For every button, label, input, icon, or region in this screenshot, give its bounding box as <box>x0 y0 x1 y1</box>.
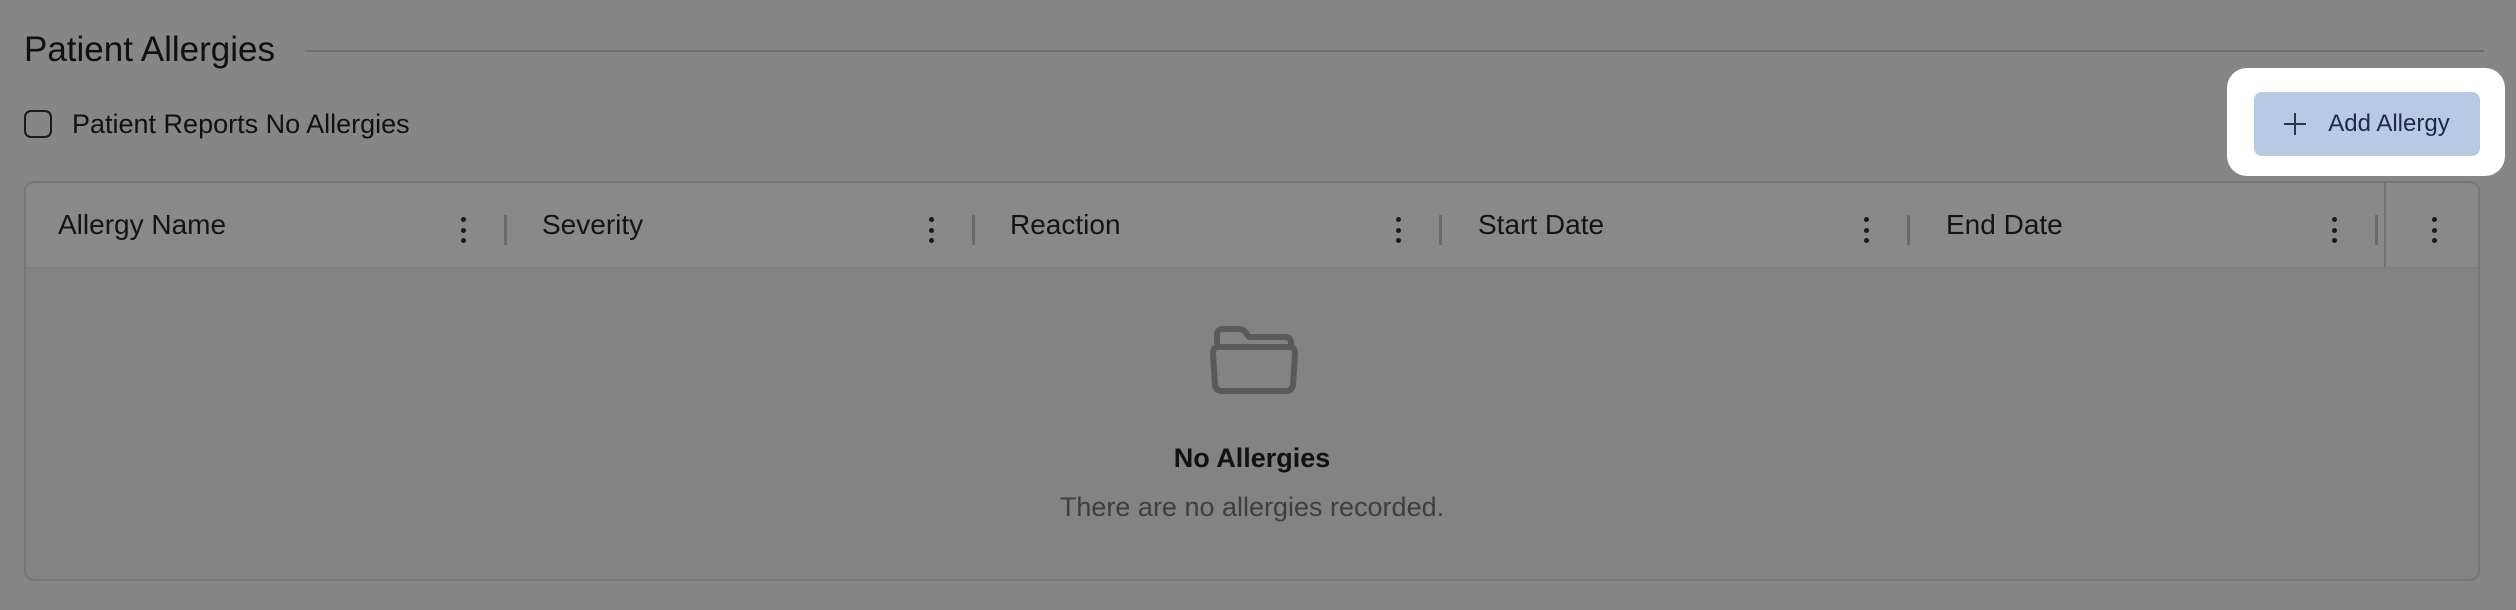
column-header-allergy-name[interactable]: Allergy Name <box>58 183 226 267</box>
add-allergy-button[interactable]: Add Allergy <box>2254 92 2480 156</box>
column-menu-icon[interactable] <box>928 217 934 243</box>
column-header-reaction[interactable]: Reaction <box>1010 183 1121 267</box>
table-options-icon[interactable] <box>2431 217 2437 243</box>
column-label: Allergy Name <box>58 209 227 240</box>
column-label: End Date <box>1946 209 2063 240</box>
section-header: Patient Allergies <box>24 22 2484 78</box>
empty-state-title: No Allergies <box>1173 443 1331 473</box>
column-resize-handle[interactable] <box>1439 215 1442 245</box>
allergies-table: Allergy Name Severity Reaction Start Dat… <box>24 181 2480 581</box>
column-label: Start Date <box>1478 209 1605 240</box>
column-header-end-date[interactable]: End Date <box>1946 183 2063 267</box>
column-resize-handle[interactable] <box>2375 215 2378 245</box>
actions-column-divider <box>2384 183 2386 267</box>
add-allergy-label: Add Allergy <box>2328 110 2450 137</box>
section-divider <box>304 50 2484 52</box>
column-menu-icon[interactable] <box>460 217 466 243</box>
column-menu-icon[interactable] <box>1863 217 1869 243</box>
column-header-severity[interactable]: Severity <box>542 183 643 267</box>
column-header-start-date[interactable]: Start Date <box>1478 183 1604 267</box>
column-resize-handle[interactable] <box>972 215 975 245</box>
column-resize-handle[interactable] <box>1907 215 1910 245</box>
column-menu-icon[interactable] <box>2331 217 2337 243</box>
plus-icon <box>2284 113 2307 135</box>
empty-state-message: There are no allergies recorded. <box>1059 492 1445 522</box>
no-allergies-toggle[interactable]: Patient Reports No Allergies <box>24 105 410 143</box>
column-label: Reaction <box>1010 209 1121 240</box>
table-header: Allergy Name Severity Reaction Start Dat… <box>26 183 2478 268</box>
no-allergies-label: Patient Reports No Allergies <box>72 108 410 139</box>
no-allergies-checkbox[interactable] <box>24 110 52 138</box>
column-resize-handle[interactable] <box>504 215 507 245</box>
column-menu-icon[interactable] <box>1395 217 1401 243</box>
allergies-page: Patient Allergies Patient Reports No All… <box>0 0 2516 610</box>
section-title: Patient Allergies <box>24 30 275 69</box>
folder-icon <box>1210 326 1298 394</box>
column-label: Severity <box>542 209 644 240</box>
empty-state: No Allergies There are no allergies reco… <box>26 267 2478 579</box>
